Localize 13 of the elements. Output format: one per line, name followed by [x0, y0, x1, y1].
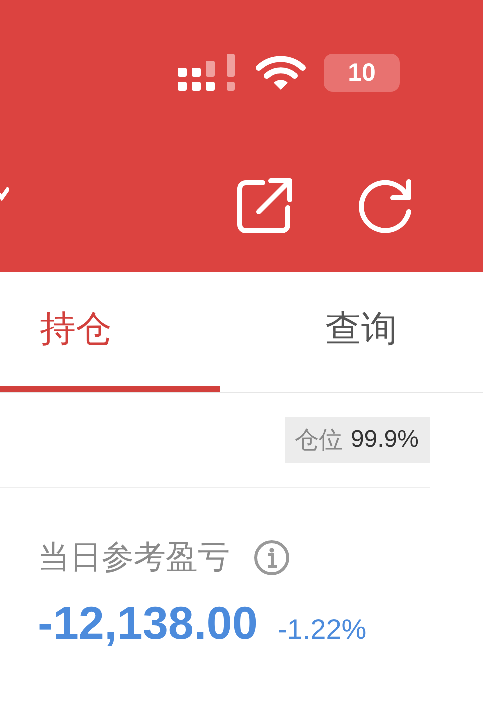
daily-pnl-label: 当日参考盈亏: [38, 537, 230, 578]
signal-icon: [178, 54, 236, 92]
position-label: 仓位: [294, 425, 343, 456]
daily-pnl-percent: -1.22%: [278, 614, 367, 646]
tab[interactable]: 持仓: [0, 272, 220, 392]
wifi-icon: [256, 55, 306, 91]
daily-pnl-amount: -12,138.00: [38, 596, 258, 650]
battery-level: 10: [348, 58, 376, 88]
position-value: 99.9%: [350, 426, 419, 454]
share-icon[interactable]: [237, 178, 295, 234]
caret-icon[interactable]: [0, 186, 9, 202]
tab[interactable]: 查询: [220, 272, 483, 392]
info-icon[interactable]: [254, 540, 290, 576]
